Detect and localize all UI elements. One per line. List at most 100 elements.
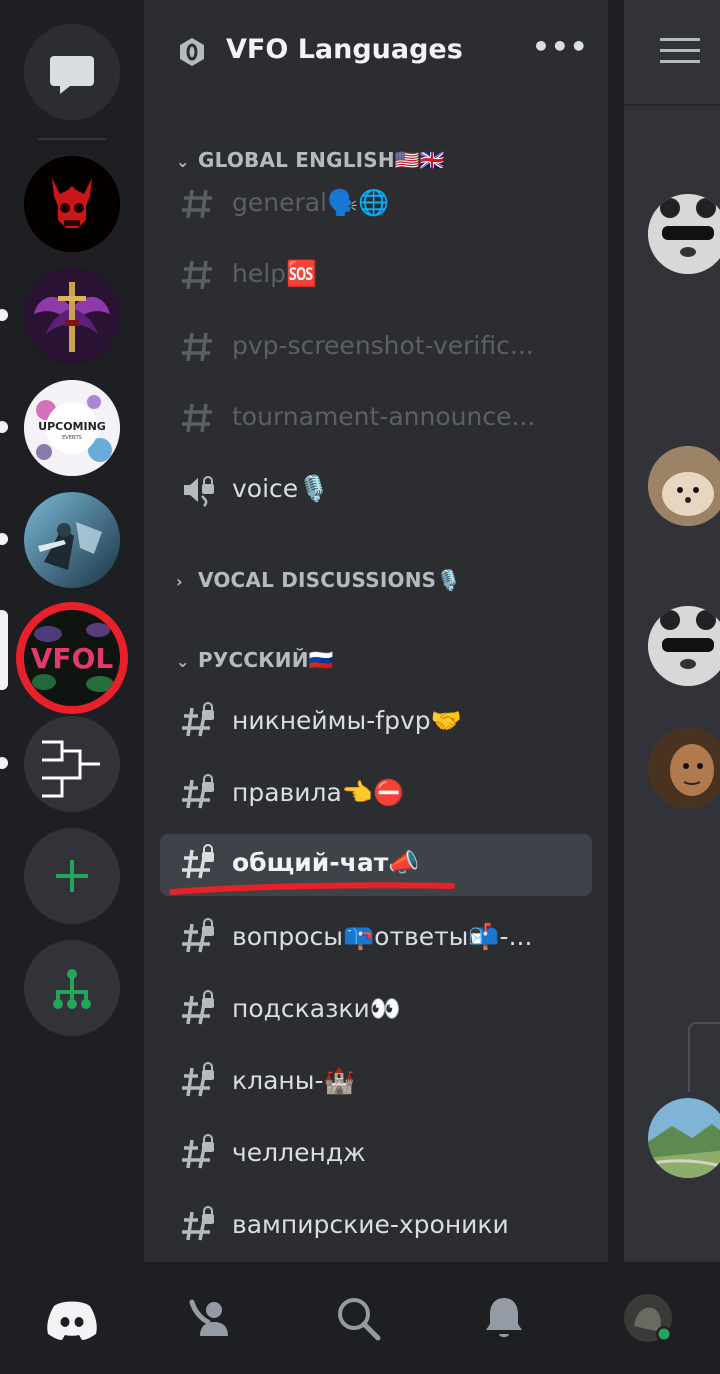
channel-pvp-screenshot-verification[interactable]: pvp-screenshot-verific... <box>160 317 592 379</box>
server-red-devil[interactable] <box>24 156 120 252</box>
channel-name: general🗣️🌐 <box>232 188 390 217</box>
locked-hashtag-icon <box>182 1206 214 1241</box>
unread-indicator <box>0 309 8 321</box>
hashtag-icon <box>182 260 212 290</box>
locked-hashtag-icon <box>182 1134 214 1169</box>
channel-general[interactable]: general🗣️🌐 <box>160 174 592 236</box>
reply-connector <box>688 1022 720 1092</box>
channel-voice[interactable]: voice🎙️ <box>160 460 592 522</box>
channel-name: общий-чат📣 <box>232 848 420 877</box>
chat-area-peek[interactable] <box>624 0 720 1262</box>
nav-search[interactable] <box>326 1286 390 1350</box>
server-warrior-art[interactable] <box>24 492 120 588</box>
locked-hashtag-icon <box>182 918 214 953</box>
chevron-right-icon: › <box>176 572 183 591</box>
add-server-button[interactable] <box>24 828 120 924</box>
hashtag-icon <box>182 403 212 433</box>
hashtag-icon <box>182 332 212 362</box>
server-guide-icon <box>180 38 204 66</box>
channel-vampire-chronicles[interactable]: вампирские-хроники <box>160 1196 592 1258</box>
discover-hubs-icon <box>53 969 91 1009</box>
friends-icon <box>189 1299 228 1336</box>
red-devil-skull-server <box>24 156 120 252</box>
channel-questions-answers[interactable]: вопросы📪ответы📬-... <box>160 908 592 970</box>
channel-name: подсказки👀 <box>232 994 401 1023</box>
server-winged-sword[interactable] <box>24 268 120 364</box>
category-label: VOCAL DISCUSSIONS🎙️ <box>198 568 462 592</box>
bracket-server <box>24 716 120 812</box>
unread-indicator <box>0 757 8 769</box>
user-avatar[interactable] <box>648 194 720 274</box>
hashtag-icon <box>182 189 212 219</box>
speaker-lock-icon <box>184 476 214 507</box>
channel-nicknames[interactable]: никнеймы-fpvp🤝 <box>160 692 592 754</box>
server-options-button[interactable]: ••• <box>532 30 589 63</box>
channel-rules[interactable]: правила👈⛔ <box>160 764 592 826</box>
discord-home-icon <box>47 1301 97 1340</box>
category-global-english[interactable]: ⌄ GLOBAL ENGLISH🇺🇸🇬🇧 <box>176 148 445 172</box>
locked-hashtag-icon <box>182 774 214 809</box>
channel-tournament-announcements[interactable]: tournament-announce... <box>160 388 592 450</box>
vfol-logo-text: VFOL <box>31 642 114 675</box>
hamburger-menu-icon[interactable] <box>660 38 700 66</box>
nav-notifications[interactable] <box>472 1286 536 1350</box>
category-vocal-discussions[interactable]: › VOCAL DISCUSSIONS🎙️ <box>176 568 461 592</box>
messages-icon <box>50 56 94 94</box>
notifications-icon <box>486 1298 522 1337</box>
channel-help[interactable]: help🆘 <box>160 245 592 307</box>
add-server-icon <box>56 860 88 892</box>
discord-mobile-screen: UPCOMING EVENTS VFOL VFO Languages ••• ⌄… <box>0 0 720 1374</box>
channel-name: кланы-🏰 <box>232 1066 355 1095</box>
unread-indicator <box>0 421 8 433</box>
channel-challenge[interactable]: челлендж <box>160 1124 592 1186</box>
discover-hubs-button[interactable] <box>24 940 120 1036</box>
channel-name: voice🎙️ <box>232 474 330 503</box>
category-russian[interactable]: ⌄ РУССКИЙ🇷🇺 <box>176 648 334 672</box>
user-avatar[interactable] <box>648 606 720 686</box>
search-icon <box>338 1298 381 1341</box>
channel-name: help🆘 <box>232 259 318 288</box>
user-avatar[interactable] <box>648 1098 720 1178</box>
category-label: РУССКИЙ🇷🇺 <box>198 648 334 672</box>
nav-home[interactable] <box>40 1286 104 1350</box>
chevron-down-icon: ⌄ <box>176 152 190 171</box>
vfol-server: VFOL <box>24 610 120 706</box>
bottom-navigation <box>0 1262 720 1374</box>
unread-indicator <box>0 533 8 545</box>
locked-hashtag-icon <box>182 1062 214 1097</box>
profile-avatar <box>624 1294 672 1342</box>
nav-profile[interactable] <box>616 1286 680 1350</box>
upcoming-events-server: UPCOMING EVENTS <box>24 380 120 476</box>
channel-name: tournament-announce... <box>232 402 536 431</box>
locked-hashtag-icon <box>182 990 214 1025</box>
selected-server-indicator <box>0 610 8 690</box>
server-vfol[interactable]: VFOL <box>24 610 120 706</box>
warrior-art-server <box>24 492 120 588</box>
channel-clans[interactable]: кланы-🏰 <box>160 1052 592 1114</box>
locked-hashtag-icon <box>182 702 214 737</box>
channel-name: челлендж <box>232 1138 366 1167</box>
red-underline-annotation <box>169 882 455 895</box>
user-avatar[interactable] <box>648 446 720 526</box>
chevron-down-icon: ⌄ <box>176 652 190 671</box>
server-upcoming-events[interactable]: UPCOMING EVENTS <box>24 380 120 476</box>
server-header[interactable]: VFO Languages ••• <box>144 0 608 106</box>
category-label: GLOBAL ENGLISH🇺🇸🇬🇧 <box>198 148 446 172</box>
upcoming-logo-text: UPCOMING <box>38 420 106 433</box>
winged-sword-server <box>24 268 120 364</box>
channel-name: вампирские-хроники <box>232 1210 509 1239</box>
direct-messages-button[interactable] <box>24 24 120 120</box>
server-bracket[interactable] <box>24 716 120 812</box>
channel-list-panel: VFO Languages ••• ⌄ GLOBAL ENGLISH🇺🇸🇬🇧 ge… <box>144 0 608 1262</box>
server-name: VFO Languages <box>226 34 463 65</box>
user-avatar[interactable] <box>648 728 720 808</box>
svg-text:EVENTS: EVENTS <box>62 435 82 441</box>
chat-header-peek <box>624 0 720 106</box>
channel-tips[interactable]: подсказки👀 <box>160 980 592 1042</box>
channel-name: pvp-screenshot-verific... <box>232 331 534 360</box>
rail-separator <box>38 138 106 140</box>
channel-name: правила👈⛔ <box>232 778 405 807</box>
channel-name: вопросы📪ответы📬-... <box>232 922 533 951</box>
channel-name: никнеймы-fpvp🤝 <box>232 706 462 735</box>
nav-friends[interactable] <box>180 1286 244 1350</box>
